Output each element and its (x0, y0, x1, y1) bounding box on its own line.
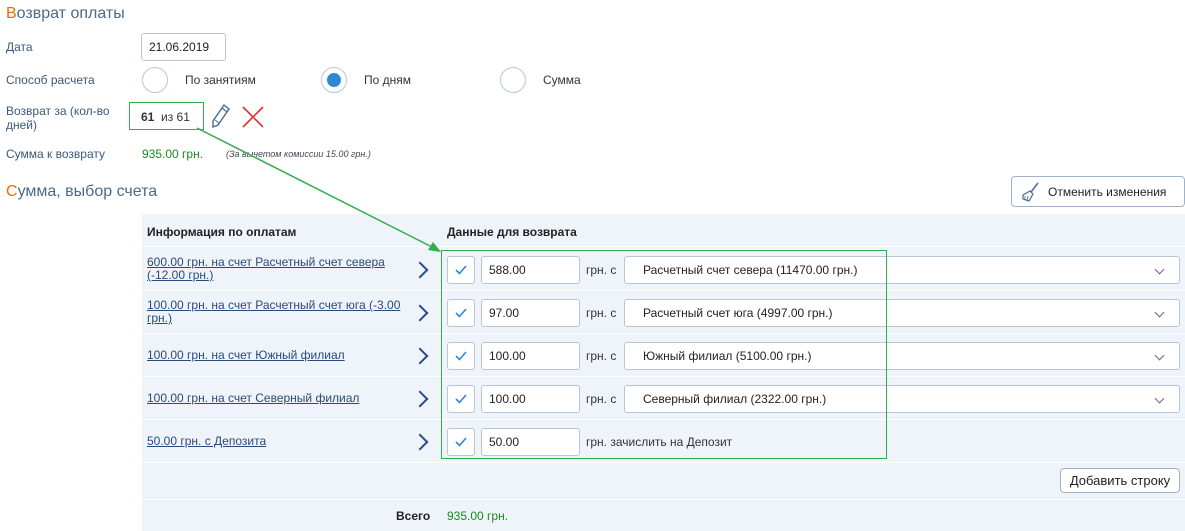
annotation-arrow (196, 127, 441, 252)
